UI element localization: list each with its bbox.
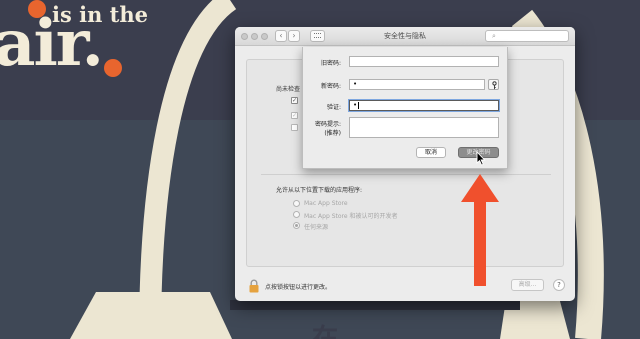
verify-field[interactable]: • bbox=[349, 100, 499, 111]
verify-value: • bbox=[353, 101, 358, 109]
old-password-label: 旧密码: bbox=[320, 60, 341, 67]
section-label: 尚未检查 bbox=[276, 86, 301, 93]
verify-label: 验证: bbox=[326, 104, 341, 111]
radio-identified-developers[interactable] bbox=[293, 211, 300, 218]
advanced-button[interactable]: 高级... bbox=[511, 279, 544, 291]
checkbox-3[interactable] bbox=[291, 124, 298, 131]
radio-label-anywhere: 任何来源 bbox=[304, 224, 329, 231]
red-annotation-arrow bbox=[461, 174, 499, 286]
title-bar: ‹ › 安全性与隐私 ⌕ bbox=[235, 27, 575, 46]
password-assistant-key-icon[interactable] bbox=[488, 79, 499, 90]
hint-label: 密码提示: bbox=[314, 121, 341, 128]
checkbox-2[interactable]: ✓ bbox=[291, 112, 298, 119]
radio-label-identified-developers: Mac App Store 和被认可的开发者 bbox=[304, 213, 398, 220]
hint-sublabel: (推荐) bbox=[324, 130, 341, 137]
cancel-button[interactable]: 取消 bbox=[416, 147, 446, 158]
lock-label: 点按锁按钮以进行更改。 bbox=[265, 284, 332, 291]
help-button[interactable]: ? bbox=[553, 279, 565, 291]
wallpaper-big-text: air. bbox=[0, 6, 104, 81]
section-divider bbox=[261, 174, 551, 175]
new-password-field[interactable]: • bbox=[349, 79, 485, 90]
checkbox-1[interactable]: ✓ bbox=[291, 97, 298, 104]
text-caret bbox=[358, 101, 360, 109]
allow-apps-label: 允许从以下位置下载的应用程序: bbox=[276, 187, 363, 194]
wallpaper-bottom-text: 在 bbox=[312, 324, 339, 339]
lock-icon[interactable] bbox=[249, 279, 259, 293]
radio-label-mac-app-store: Mac App Store bbox=[304, 200, 348, 207]
radio-anywhere[interactable] bbox=[293, 222, 300, 229]
search-field[interactable]: ⌕ bbox=[485, 30, 569, 42]
new-password-label: 新密码: bbox=[320, 83, 341, 90]
new-password-value: • bbox=[353, 80, 358, 88]
old-password-field[interactable] bbox=[349, 56, 499, 67]
radio-mac-app-store[interactable] bbox=[293, 200, 300, 207]
magnifier-icon: ⌕ bbox=[492, 32, 496, 40]
hint-field[interactable] bbox=[349, 117, 499, 138]
mouse-pointer-icon bbox=[476, 151, 486, 166]
